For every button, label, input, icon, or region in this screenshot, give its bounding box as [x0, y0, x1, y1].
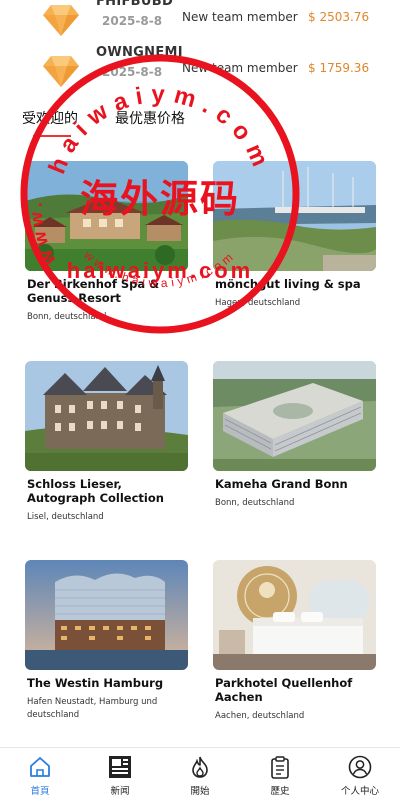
- hotel-card[interactable]: Schloss Lieser, Autograph Collection Lis…: [25, 361, 188, 524]
- tab-history[interactable]: 歷史: [240, 748, 320, 797]
- hotel-card[interactable]: Parkhotel Quellenhof Aachen Aachen, deut…: [213, 560, 376, 723]
- member-name: OWNGNEMI: [96, 45, 183, 60]
- diamond-icon: [43, 5, 79, 36]
- diamond-icon: [43, 56, 79, 87]
- newspaper-icon: [109, 756, 131, 778]
- hotel-name: Kameha Grand Bonn: [215, 477, 348, 491]
- hotel-name: mönchgut living & spa: [215, 277, 361, 291]
- hotel-location: Bonn, deutschland: [27, 312, 107, 322]
- hotel-card[interactable]: mönchgut living & spa Hagen, deutschland: [213, 161, 376, 310]
- hotel-tabs: 受欢迎的 最优惠价格: [0, 104, 400, 144]
- hotel-name: Der Birkenhof Spa & Genuss Resort: [27, 277, 160, 305]
- flame-icon: [192, 756, 208, 778]
- hotel-card[interactable]: Kameha Grand Bonn Bonn, deutschland: [213, 361, 376, 510]
- clipboard-icon: [271, 756, 289, 779]
- tab-news[interactable]: 新闻: [80, 748, 160, 797]
- home-icon: [30, 757, 50, 777]
- hotel-image: [213, 361, 376, 471]
- tab-label: 新闻: [110, 786, 130, 797]
- member-amount: $ 2503.76: [308, 10, 370, 24]
- tab-start[interactable]: 開始: [160, 748, 240, 797]
- tab-popular[interactable]: 受欢迎的: [22, 108, 78, 128]
- bottom-tab-bar: 首頁 新闻 開始 歷史 个人中心: [0, 747, 400, 797]
- user-icon: [348, 755, 372, 779]
- hotel-image: [213, 560, 376, 670]
- hotel-location: Lisel, deutschland: [27, 512, 104, 522]
- hotel-card[interactable]: The Westin Hamburg Hafen Neustadt, Hambu…: [25, 560, 188, 722]
- member-name: FHIFBUBD: [96, 0, 174, 9]
- hotel-card[interactable]: Der Birkenhof Spa & Genuss Resort Bonn, …: [25, 161, 188, 324]
- hotel-image: [25, 361, 188, 471]
- member-row: OWNGNEMI 2025-8-8 New team member $ 1759…: [0, 43, 400, 93]
- hotel-name: The Westin Hamburg: [27, 676, 164, 690]
- new-member-list: FHIFBUBD 2025-8-8 New team member $ 2503…: [0, 0, 400, 96]
- member-date: 2025-8-8: [102, 14, 163, 28]
- hotel-image: [25, 161, 188, 271]
- member-status: New team member: [182, 61, 298, 75]
- hotel-image: [213, 161, 376, 271]
- member-amount: $ 1759.36: [308, 61, 370, 75]
- member-row: FHIFBUBD 2025-8-8 New team member $ 2503…: [0, 0, 400, 42]
- hotel-location: Aachen, deutschland: [215, 711, 305, 721]
- tab-label: 歷史: [270, 786, 290, 797]
- tab-label: 首頁: [30, 786, 50, 797]
- active-tab-indicator: [33, 135, 71, 137]
- hotel-image: [25, 560, 188, 670]
- member-status: New team member: [182, 10, 298, 24]
- hotel-location: Hagen, deutschland: [215, 298, 301, 308]
- hotel-name: Parkhotel Quellenhof Aachen: [215, 676, 353, 704]
- tab-best-price[interactable]: 最优惠价格: [115, 108, 185, 128]
- tab-profile[interactable]: 个人中心: [320, 748, 400, 797]
- tab-label: 開始: [190, 786, 210, 797]
- hotel-location: Hafen Neustadt, Hamburg und deutschland: [27, 697, 158, 720]
- member-date: 2025-8-8: [102, 65, 163, 79]
- tab-label: 个人中心: [340, 786, 379, 797]
- hotel-name: Schloss Lieser, Autograph Collection: [27, 477, 164, 505]
- tab-home[interactable]: 首頁: [0, 748, 80, 797]
- hotel-location: Bonn, deutschland: [215, 498, 295, 508]
